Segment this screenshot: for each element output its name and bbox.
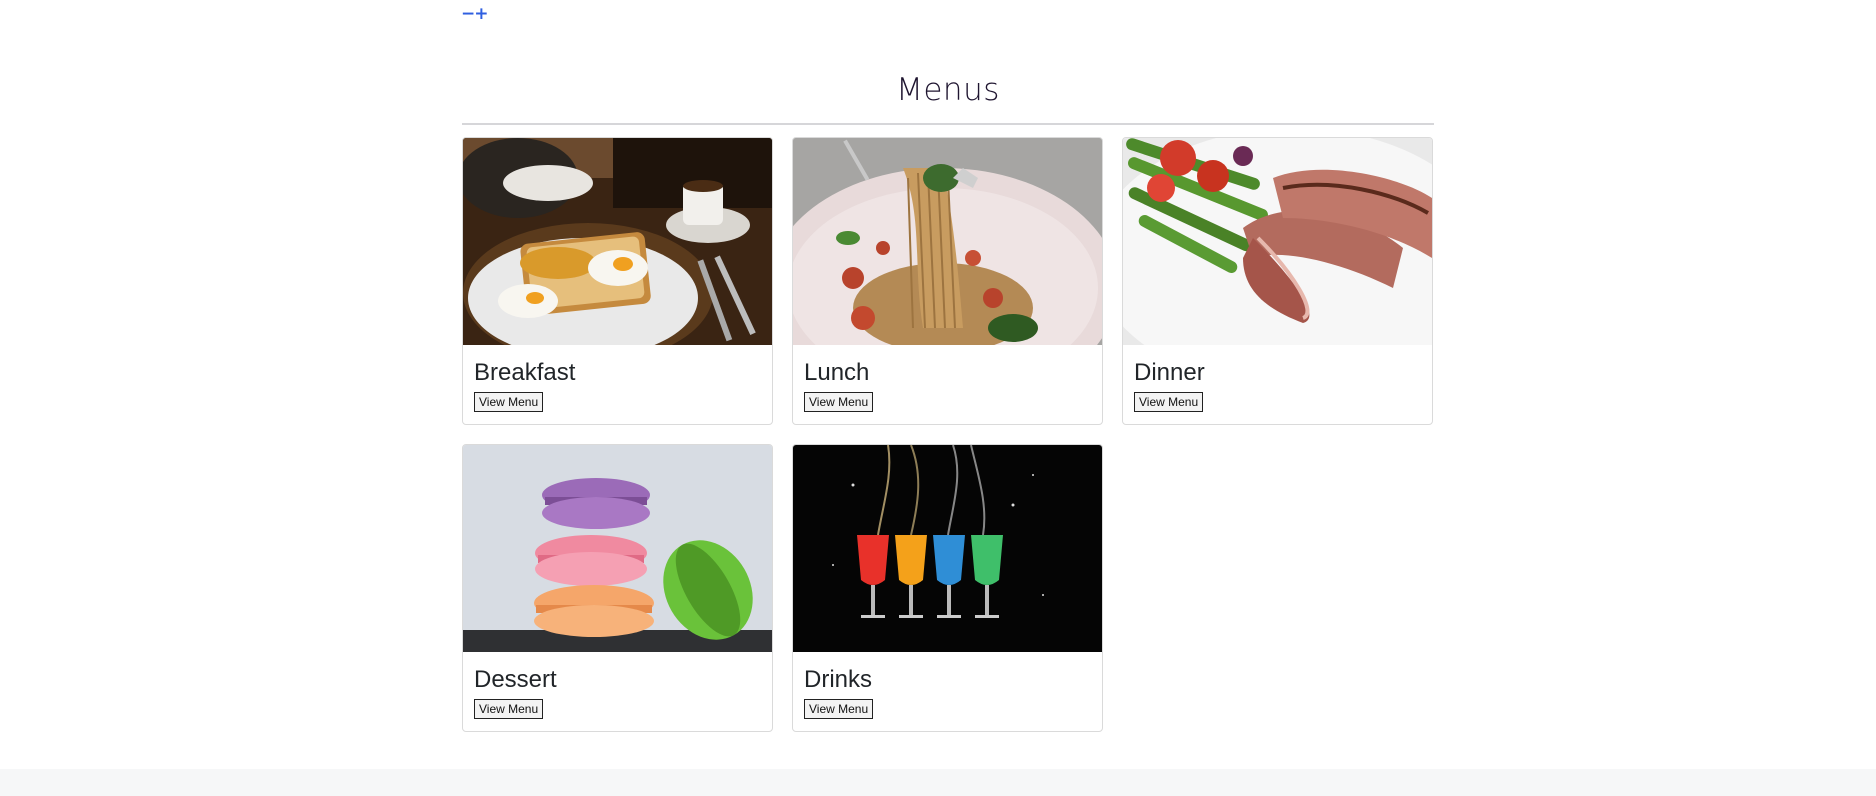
view-menu-button[interactable]: View Menu xyxy=(474,699,544,719)
menu-card-dinner: Dinner View Menu xyxy=(1122,137,1433,425)
menu-card-title: Drinks xyxy=(804,666,873,693)
view-menu-button[interactable]: View Menu xyxy=(804,392,874,412)
view-menu-button[interactable]: View Menu xyxy=(1134,392,1204,412)
menu-card-title: Lunch xyxy=(804,359,870,386)
menu-card-lunch: Lunch View Menu xyxy=(792,137,1103,425)
site-logo[interactable]: −+ xyxy=(461,4,488,24)
footer xyxy=(0,769,1876,796)
menu-card-breakfast: Breakfast View Menu xyxy=(462,137,773,425)
title-divider xyxy=(462,123,1434,125)
breakfast-image xyxy=(463,138,772,345)
dessert-image xyxy=(463,445,772,652)
dinner-image xyxy=(1123,138,1432,345)
menu-card-drinks: Drinks View Menu xyxy=(792,444,1103,732)
lunch-image xyxy=(793,138,1102,345)
drinks-image xyxy=(793,445,1102,652)
page-title: Menus xyxy=(896,72,1000,108)
menu-card-title: Dinner xyxy=(1134,359,1205,386)
menu-card-dessert: Dessert View Menu xyxy=(462,444,773,732)
menu-grid: Breakfast View Menu Lunch View Menu Dinn… xyxy=(462,137,1434,732)
view-menu-button[interactable]: View Menu xyxy=(474,392,544,412)
menu-card-title: Breakfast xyxy=(474,359,576,386)
view-menu-button[interactable]: View Menu xyxy=(804,699,874,719)
menu-card-title: Dessert xyxy=(474,666,557,693)
